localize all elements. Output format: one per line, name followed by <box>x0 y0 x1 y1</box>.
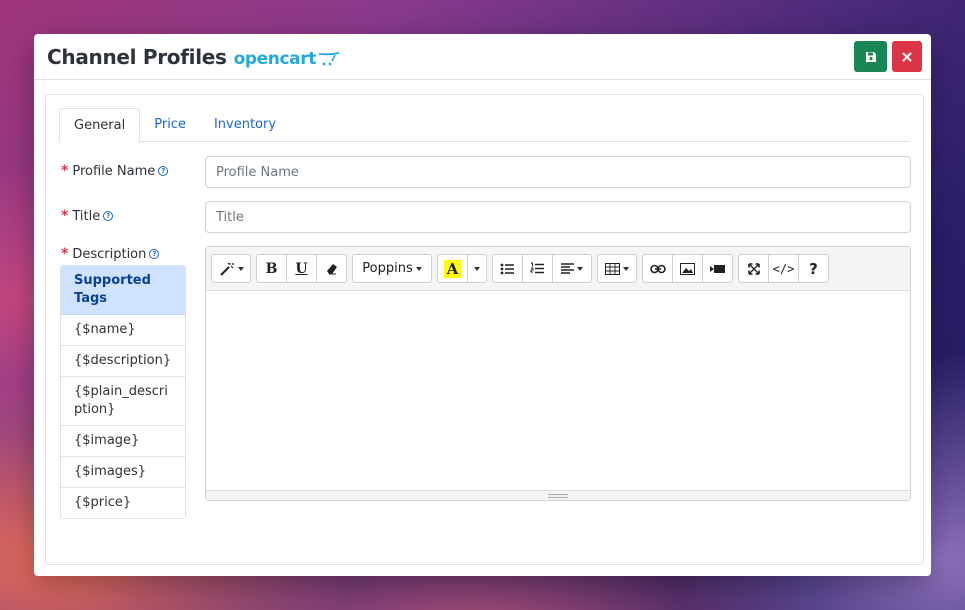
insert-image-button[interactable] <box>672 254 703 283</box>
grip-icon <box>548 493 568 498</box>
video-icon <box>710 264 725 273</box>
editor-content-area[interactable] <box>206 291 910 490</box>
editor-resize-handle[interactable] <box>206 490 910 500</box>
page-title: Channel Profiles <box>47 44 227 69</box>
opencart-logo: opencart <box>234 49 340 69</box>
insert-video-button[interactable] <box>702 254 733 283</box>
profile-name-input[interactable] <box>205 156 911 188</box>
profile-form-card: General Price Inventory * Profile Name ?… <box>45 94 924 565</box>
magic-wand-icon <box>219 262 234 276</box>
font-family-value: Poppins <box>362 261 413 276</box>
unordered-list-button[interactable] <box>492 254 523 283</box>
list-item: {$image} <box>61 426 185 457</box>
editor-toolbar: B U Poppins A </> ? <box>206 247 910 291</box>
bold-icon: B <box>265 260 278 277</box>
ordered-list-button[interactable] <box>522 254 553 283</box>
tab-price[interactable]: Price <box>140 108 200 142</box>
required-marker: * <box>61 246 69 262</box>
expand-icon <box>747 262 760 275</box>
color-dropdown-button[interactable] <box>467 254 487 283</box>
tab-inventory[interactable]: Inventory <box>200 108 290 142</box>
supported-tags-heading: Supported Tags <box>61 266 185 315</box>
required-marker: * <box>61 163 69 179</box>
list-item: {$name} <box>61 315 185 346</box>
align-left-icon <box>561 263 574 274</box>
table-icon <box>605 262 620 275</box>
bullet-list-icon <box>500 263 514 274</box>
tab-general[interactable]: General <box>59 108 141 143</box>
required-marker: * <box>61 208 69 224</box>
description-label: * Description ? <box>61 246 160 262</box>
list-item: {$plain_description} <box>61 377 185 426</box>
underline-button[interactable]: U <box>286 254 317 283</box>
image-icon <box>680 262 695 275</box>
table-button[interactable] <box>597 254 637 283</box>
close-icon <box>902 52 912 61</box>
help-icon[interactable]: ? <box>158 166 169 176</box>
code-icon: </> <box>772 261 795 276</box>
editor-help-button[interactable]: ? <box>798 254 829 283</box>
supported-tags-list: Supported Tags {$name} {$description} {$… <box>60 265 186 519</box>
help-icon[interactable]: ? <box>103 211 114 221</box>
profile-name-label-text: Profile Name <box>72 163 156 179</box>
close-button[interactable] <box>892 41 922 72</box>
link-icon <box>649 264 666 273</box>
fullscreen-button[interactable] <box>738 254 769 283</box>
title-input[interactable] <box>205 201 911 233</box>
channel-profiles-dialog: Channel Profiles opencart General Price … <box>34 34 931 576</box>
code-view-button[interactable]: </> <box>768 254 799 283</box>
cart-icon <box>318 51 340 65</box>
description-label-text: Description <box>72 246 147 262</box>
save-icon <box>865 51 876 62</box>
list-item: {$images} <box>61 457 185 488</box>
tab-bar: General Price Inventory <box>59 108 910 143</box>
question-icon: ? <box>809 259 818 278</box>
help-icon[interactable]: ? <box>149 249 160 259</box>
bold-button[interactable]: B <box>256 254 287 283</box>
underline-icon: U <box>295 260 308 277</box>
save-button[interactable] <box>854 41 887 72</box>
clear-format-button[interactable] <box>316 254 347 283</box>
description-editor: B U Poppins A </> ? <box>205 246 911 501</box>
title-label: * Title ? <box>61 208 114 224</box>
font-family-select[interactable]: Poppins <box>352 254 432 283</box>
list-item: {$description} <box>61 346 185 377</box>
style-button[interactable] <box>211 254 251 283</box>
eraser-icon <box>326 263 337 274</box>
highlight-color-button[interactable]: A <box>437 254 468 283</box>
dialog-header: Channel Profiles opencart <box>34 34 931 80</box>
logo-text: opencart <box>233 48 317 69</box>
list-item: {$price} <box>74 495 132 510</box>
paragraph-align-button[interactable] <box>552 254 592 283</box>
highlight-icon: A <box>443 259 462 278</box>
insert-link-button[interactable] <box>642 254 673 283</box>
profile-name-label: * Profile Name ? <box>61 163 169 179</box>
numbered-list-icon <box>530 262 544 274</box>
title-label-text: Title <box>72 208 101 224</box>
